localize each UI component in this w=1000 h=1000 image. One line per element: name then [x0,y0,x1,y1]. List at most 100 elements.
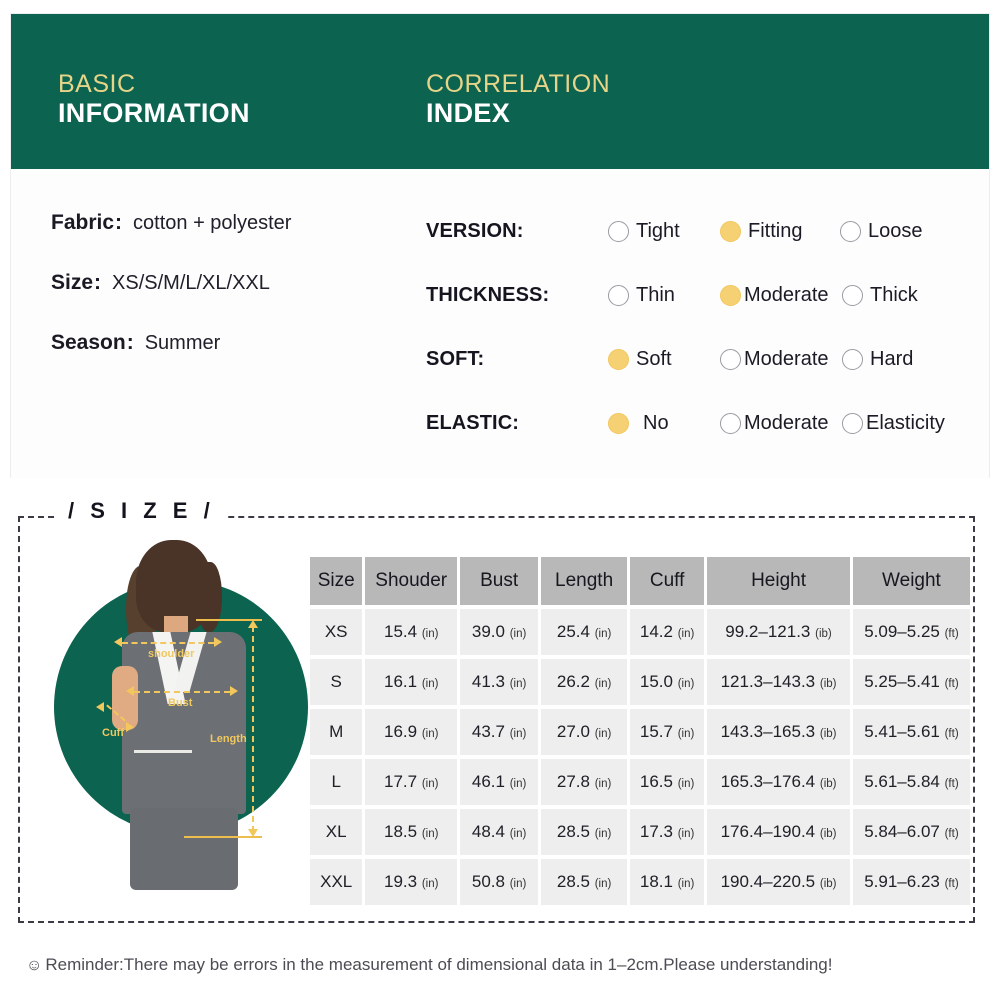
cell-unit: (ft) [944,728,959,740]
cell-value: 15.0 [639,672,673,691]
radio-option-label: Elasticity [866,411,945,434]
basic-info-value: Summer [144,332,221,354]
radio-option-label: Moderate [744,347,829,370]
table-header-row: Size Shouder Bust Length Cuff Height Wei… [310,557,970,605]
table-row: S 16.1 (in) 41.3 (in) 26.2 (in) 15.0 (in… [310,659,970,705]
basic-info-colon: : [94,271,102,294]
correlation-row-label: SOFT: [426,347,485,370]
radio-option-thick[interactable]: Thick [842,284,918,307]
cell-size: M [310,709,363,755]
cell-value: 26.2 [556,672,590,691]
radio-option-moderate[interactable]: Moderate [720,412,842,435]
cell-unit: (in) [421,778,439,790]
cell-length: 25.4 (in) [541,609,628,655]
cell-length: 27.0 (in) [541,709,628,755]
radio-icon[interactable] [608,220,629,242]
correlation-options-group: Soft Moderate Hard [608,348,913,371]
cell-value: 15.4 [384,622,418,641]
cell-unit: (in) [421,878,439,890]
column-header-length: Length [541,557,628,605]
radio-icon-selected[interactable] [720,220,741,242]
cell-value: 41.3 [471,672,505,691]
cell-value: 176.4–190.4 [720,822,816,841]
basic-info-colon: : [126,331,134,354]
cell-unit: (ft) [944,878,959,890]
radio-icon-selected[interactable] [608,348,629,370]
correlation-heading-line1: CORRELATION [426,70,611,98]
cell-weight: 5.41–5.61 (ft) [852,709,970,755]
radio-option-elasticity[interactable]: Elasticity [842,412,945,435]
cell-value: 19.3 [384,872,418,891]
radio-option-no[interactable]: No [608,412,720,435]
radio-icon[interactable] [720,412,741,434]
cell-unit: (in) [594,678,612,690]
column-header-bust: Bust [460,557,539,605]
cell-bust: 41.3 (in) [460,659,539,705]
table-row: XL 18.5 (in) 48.4 (in) 28.5 (in) 17.3 (i… [310,809,970,855]
table-row: M 16.9 (in) 43.7 (in) 27.0 (in) 15.7 (in… [310,709,970,755]
cell-cuff: 15.0 (in) [630,659,705,705]
basic-info-value: XS/S/M/L/XL/XXL [112,272,270,294]
length-arrow-up-icon [248,620,258,628]
cell-value: 28.5 [556,872,590,891]
radio-icon[interactable] [608,284,629,306]
cell-value: 121.3–143.3 [720,672,816,691]
cell-unit: (ib) [819,728,837,740]
bust-arrow-right-icon [230,686,238,696]
radio-icon[interactable] [720,348,741,370]
cell-unit: (in) [594,878,612,890]
cell-cuff: 17.3 (in) [630,809,705,855]
shoulder-measure-label: shoulder [148,648,195,660]
radio-option-label: Hard [870,347,914,370]
scrub-pants-garment [130,808,238,890]
cell-unit: (in) [421,628,439,640]
column-header-shoulder: Shouder [365,557,458,605]
cell-unit: (in) [677,878,695,890]
cell-value: 5.41–5.61 [864,722,940,741]
size-chart-page: BASIC INFORMATION CORRELATION INDEX Fabr… [0,0,1000,1000]
radio-option-fitting[interactable]: Fitting [720,220,840,243]
cell-unit: (ft) [944,678,959,690]
radio-option-tight[interactable]: Tight [608,220,720,243]
radio-option-soft[interactable]: Soft [608,348,720,371]
cell-value: 27.0 [556,722,590,741]
cell-value: 28.5 [556,822,590,841]
radio-option-hard[interactable]: Hard [842,348,913,371]
basic-info-value: cotton + polyester [133,212,292,234]
basic-heading-line2: INFORMATION [58,98,250,128]
radio-option-label: Soft [636,347,672,370]
garment-pocket-line [134,750,192,753]
length-measure-label: Length [210,733,247,745]
radio-option-moderate[interactable]: Moderate [720,348,842,371]
column-header-height: Height [707,557,850,605]
basic-info-row-fabric: Fabric : cotton + polyester [51,211,291,235]
cell-unit: (in) [677,828,695,840]
cell-bust: 43.7 (in) [460,709,539,755]
cell-unit: (ft) [944,628,959,640]
cell-unit: (in) [421,828,439,840]
radio-option-loose[interactable]: Loose [840,220,923,243]
correlation-index-list: VERSION: Tight Fitting Loose THICKNESS: … [426,199,945,455]
reminder-footer: ☺ Reminder:There may be errors in the mea… [26,955,832,975]
cell-bust: 46.1 (in) [460,759,539,805]
radio-icon-selected[interactable] [720,284,741,306]
cell-unit: (in) [509,778,527,790]
radio-option-thin[interactable]: Thin [608,284,720,307]
cell-value: 190.4–220.5 [720,872,816,891]
cell-bust: 50.8 (in) [460,859,539,905]
length-arrow-down-icon [248,829,258,837]
radio-option-moderate[interactable]: Moderate [720,284,842,307]
radio-icon[interactable] [840,220,861,242]
basic-info-key: Size [51,271,94,294]
radio-icon[interactable] [842,348,863,370]
cuff-arrow-left-icon [96,702,104,712]
cuff-arrow-right-icon [126,722,134,732]
cell-bust: 48.4 (in) [460,809,539,855]
size-section: shoulder Bust Cuff Length Size Shouder B… [18,516,975,923]
radio-icon[interactable] [842,412,863,434]
radio-icon[interactable] [842,284,863,306]
table-row: XXL 19.3 (in) 50.8 (in) 28.5 (in) 18.1 (… [310,859,970,905]
radio-icon-selected[interactable] [608,412,629,434]
cell-cuff: 14.2 (in) [630,609,705,655]
radio-option-label: No [643,411,669,434]
